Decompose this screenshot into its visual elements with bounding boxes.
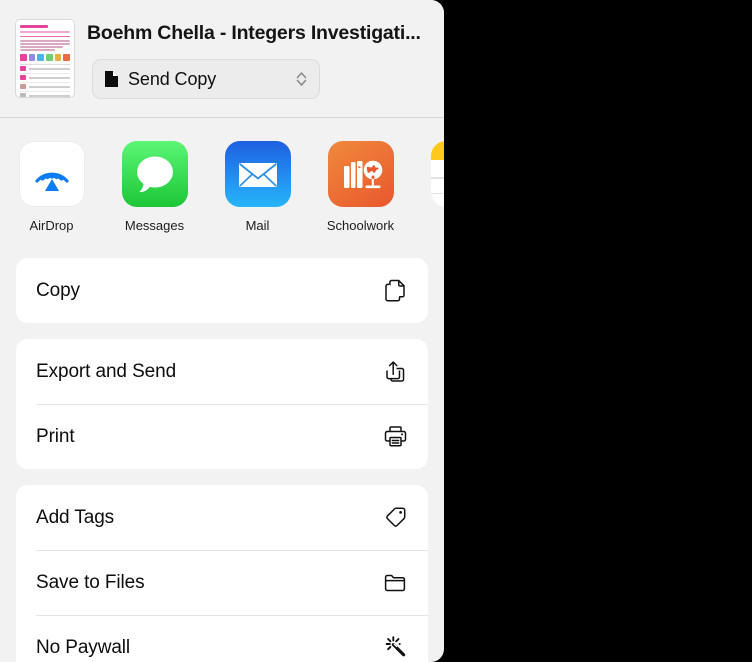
- action-row-copy[interactable]: Copy: [16, 258, 428, 323]
- share-sheet-header: Boehm Chella - Integers Investigati... S…: [0, 0, 444, 118]
- notes-icon: [430, 141, 444, 207]
- schoolwork-icon: [327, 141, 394, 207]
- action-row-export-and-send[interactable]: Export and Send: [16, 339, 428, 404]
- airdrop-icon: [18, 141, 85, 207]
- action-label: Add Tags: [36, 506, 115, 528]
- action-label: Export and Send: [36, 360, 177, 382]
- action-section-export: Export and Send Print: [16, 339, 428, 469]
- share-target-label: AirDrop: [29, 218, 74, 233]
- share-target-schoolwork[interactable]: Schoolwork: [309, 141, 412, 258]
- action-row-print[interactable]: Print: [16, 404, 428, 469]
- messages-icon: [121, 141, 188, 207]
- document-icon: [104, 70, 119, 88]
- send-copy-label: Send Copy: [128, 68, 217, 89]
- share-target-notes[interactable]: Notes: [412, 141, 444, 258]
- share-target-mail[interactable]: Mail: [206, 141, 309, 258]
- action-section-files: Add Tags Save to Files No Paywall: [16, 485, 428, 662]
- action-list: Copy Export and Send Print Add Tags Save…: [0, 258, 444, 662]
- mail-icon: [224, 141, 291, 207]
- tag-icon: [380, 503, 410, 533]
- share-target-label: Schoolwork: [326, 218, 395, 233]
- action-label: Copy: [36, 279, 80, 301]
- action-label: No Paywall: [36, 636, 131, 658]
- up-down-chevron-icon: [295, 70, 308, 88]
- share-target-label: Messages: [124, 218, 185, 233]
- document-thumbnail: [15, 19, 75, 98]
- app-share-targets-row[interactable]: AirDrop Messages Mail Schoolwork: [0, 118, 444, 258]
- copy-icon: [380, 276, 410, 306]
- action-label: Save to Files: [36, 571, 145, 593]
- document-title: Boehm Chella - Integers Investigati...: [87, 22, 421, 44]
- action-label: Print: [36, 425, 75, 447]
- action-row-no-paywall[interactable]: No Paywall: [16, 615, 428, 662]
- action-row-save-to-files[interactable]: Save to Files: [16, 550, 428, 615]
- share-target-messages[interactable]: Messages: [103, 141, 206, 258]
- share-sheet: Boehm Chella - Integers Investigati... S…: [0, 0, 444, 662]
- send-copy-button[interactable]: Send Copy: [92, 59, 320, 99]
- share-target-label: Mail: [245, 218, 270, 233]
- action-section-clipboard: Copy: [16, 258, 428, 323]
- share-target-airdrop[interactable]: AirDrop: [0, 141, 103, 258]
- action-row-add-tags[interactable]: Add Tags: [16, 485, 428, 550]
- folder-icon: [380, 568, 410, 598]
- magic-wand-icon: [380, 633, 410, 662]
- export-icon: [380, 357, 410, 387]
- print-icon: [380, 422, 410, 452]
